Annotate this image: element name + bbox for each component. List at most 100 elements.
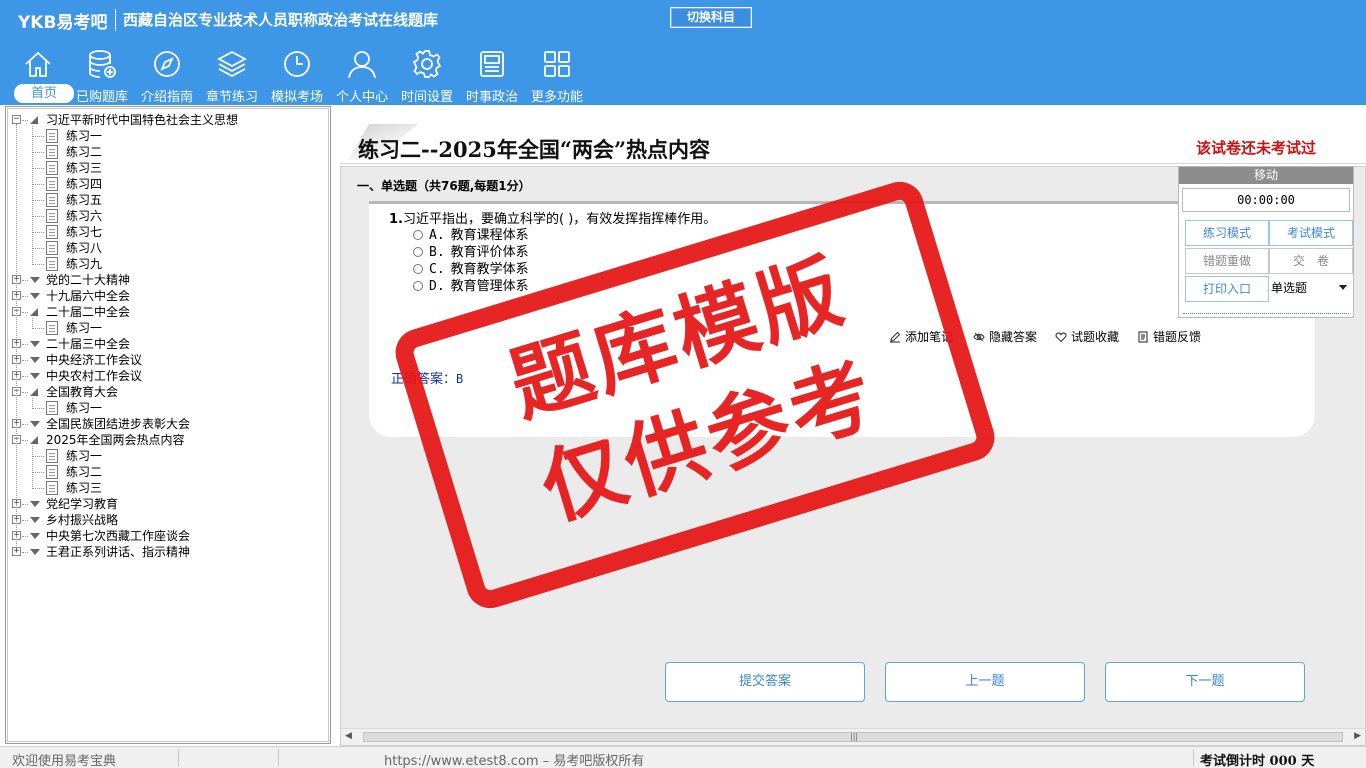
radio-button[interactable] xyxy=(413,247,423,257)
tree-leaf-item[interactable]: 练习七 xyxy=(8,224,326,240)
hide-answer-button[interactable]: 隐藏答案 xyxy=(973,328,1037,345)
previous-question-button[interactable]: 上一题 xyxy=(885,662,1085,702)
submit-paper-button[interactable]: 交 卷 xyxy=(1269,248,1353,274)
tree-leaf-item[interactable]: 练习五 xyxy=(8,192,326,208)
tree-folder-item[interactable]: − 全国教育大会 xyxy=(8,384,326,400)
tree-leaf-item[interactable]: 练习三 xyxy=(8,480,326,496)
tree-folder-item[interactable]: − 二十届二中全会 xyxy=(8,304,326,320)
scrollbar-thumb[interactable]: ||| xyxy=(363,732,1343,742)
tree-folder-item[interactable]: + 中央第七次西藏工作座谈会 xyxy=(8,528,326,544)
tree-connector xyxy=(32,248,44,249)
tree-folder-item[interactable]: + 十九届六中全会 xyxy=(8,288,326,304)
compass-icon xyxy=(154,51,180,77)
tree-leaf-item[interactable]: 练习一 xyxy=(8,448,326,464)
add-note-button[interactable]: 添加笔记 xyxy=(889,328,953,345)
tree-leaf-item[interactable]: 练习一 xyxy=(8,320,326,336)
status-separator xyxy=(178,749,179,766)
nav-mock-exam[interactable]: 模拟考场 xyxy=(265,46,329,105)
exam-timer: 00:00:00 xyxy=(1182,188,1350,212)
collapsed-arrow-icon xyxy=(30,549,40,555)
print-entry-button[interactable]: 打印入口 xyxy=(1185,276,1269,302)
tree-leaf-item[interactable]: 练习三 xyxy=(8,160,326,176)
tree-folder-item[interactable]: + 党纪学习教育 xyxy=(8,496,326,512)
nav-personal-center[interactable]: 个人中心 xyxy=(330,46,394,105)
tree-connector xyxy=(22,392,28,393)
nav-current-affairs[interactable]: 时事政治 xyxy=(460,46,524,105)
nav-guide[interactable]: 介绍指南 xyxy=(135,46,199,105)
next-question-button[interactable]: 下一题 xyxy=(1105,662,1305,702)
nav-purchased[interactable]: 已购题库 xyxy=(70,46,134,105)
nav-label: 时事政治 xyxy=(465,90,518,105)
tree-leaf-item[interactable]: 练习四 xyxy=(8,176,326,192)
tree-folder-item[interactable]: + 中央经济工作会议 xyxy=(8,352,326,368)
tree-folder-item[interactable]: + 中央农村工作会议 xyxy=(8,368,326,384)
tree-item-label: 十九届六中全会 xyxy=(46,289,131,303)
exam-countdown: 考试倒计时 000 天 xyxy=(1200,754,1315,768)
redo-wrong-button[interactable]: 错题重做 xyxy=(1185,248,1269,274)
tree-connector xyxy=(32,136,44,137)
tree-guide-line xyxy=(32,446,33,489)
chapter-tree[interactable]: − 习近平新时代中国特色社会主义思想 练习一 练习二 练习三 练习四 练习五 练习六 练习七 练习… xyxy=(7,108,329,742)
tree-item-label: 练习一 xyxy=(66,321,103,335)
tree-connector xyxy=(22,440,28,441)
tree-item-label: 全国民族团结进步表彰大会 xyxy=(46,417,191,431)
radio-button[interactable] xyxy=(413,281,423,291)
tree-folder-item[interactable]: + 乡村振兴战略 xyxy=(8,512,326,528)
horizontal-scrollbar[interactable]: ◀ ||| ▶ xyxy=(341,728,1365,745)
switch-subject-button[interactable]: 切换科目 xyxy=(670,7,752,28)
tree-leaf-item[interactable]: 练习六 xyxy=(8,208,326,224)
tree-connector xyxy=(22,552,28,553)
panel-drag-handle[interactable]: 移动 xyxy=(1179,167,1353,184)
tree-leaf-item[interactable]: 练习二 xyxy=(8,144,326,160)
practice-mode-button[interactable]: 练习模式 xyxy=(1185,220,1269,246)
panel-footer xyxy=(1183,313,1349,314)
tree-leaf-item[interactable]: 练习一 xyxy=(8,128,326,144)
tree-leaf-item[interactable]: 练习九 xyxy=(8,256,326,272)
collapse-icon[interactable]: − xyxy=(12,115,21,124)
expand-icon[interactable]: + xyxy=(12,547,21,556)
grip-icon: ||| xyxy=(850,732,859,741)
tree-item-label: 练习一 xyxy=(66,129,103,143)
question-type-select[interactable]: 单选题 xyxy=(1269,275,1351,301)
tree-item-label: 练习八 xyxy=(66,241,103,255)
tree-folder-item[interactable]: −2025年全国两会热点内容 xyxy=(8,432,326,448)
tree-item-label: 2025年全国两会热点内容 xyxy=(46,433,185,447)
radio-button[interactable] xyxy=(413,264,423,274)
tree-connector xyxy=(22,296,28,297)
tree-connector xyxy=(32,232,44,233)
tree-connector xyxy=(22,536,28,537)
favorite-question-button[interactable]: 试题收藏 xyxy=(1055,328,1119,345)
tree-leaf-item[interactable]: 练习二 xyxy=(8,464,326,480)
floating-control-panel: 移动 00:00:00 练习模式 考试模式 错题重做 交 卷 打印入口 单选题 xyxy=(1178,166,1354,318)
report-error-button[interactable]: 错题反馈 xyxy=(1137,328,1201,345)
tree-item-label: 练习九 xyxy=(66,257,103,271)
tree-connector xyxy=(22,424,28,425)
submit-answer-button[interactable]: 提交答案 xyxy=(665,662,865,702)
tree-item-label: 练习四 xyxy=(66,177,103,191)
news-icon xyxy=(480,51,504,77)
expanded-arrow-icon xyxy=(30,436,38,444)
tree-folder-item[interactable]: + 党的二十大精神 xyxy=(8,272,326,288)
tree-item-label: 乡村振兴战略 xyxy=(46,513,119,527)
nav-home[interactable]: 首页 xyxy=(6,46,74,104)
tree-folder-item[interactable]: + 二十届三中全会 xyxy=(8,336,326,352)
exam-mode-button[interactable]: 考试模式 xyxy=(1269,220,1353,246)
collapsed-arrow-icon xyxy=(30,357,40,363)
tree-folder-item[interactable]: + 王君正系列讲话、指示精神 xyxy=(8,544,326,560)
scroll-left-icon[interactable]: ◀ xyxy=(345,731,352,741)
tree-leaf-item[interactable]: 练习八 xyxy=(8,240,326,256)
tree-folder-item[interactable]: − 习近平新时代中国特色社会主义思想 xyxy=(8,112,326,128)
tree-folder-item[interactable]: + 全国民族团结进步表彰大会 xyxy=(8,416,326,432)
status-separator xyxy=(1193,749,1194,766)
nav-more-features[interactable]: 更多功能 xyxy=(525,46,589,105)
tree-item-label: 党的二十大精神 xyxy=(46,273,131,287)
tree-item-label: 练习二 xyxy=(66,465,103,479)
radio-button[interactable] xyxy=(413,230,423,240)
option-d[interactable]: D. 教育管理体系 xyxy=(413,275,529,294)
pencil-icon xyxy=(890,331,901,343)
document-icon xyxy=(46,449,58,463)
nav-time-settings[interactable]: 时间设置 xyxy=(395,46,459,105)
scroll-right-icon[interactable]: ▶ xyxy=(1354,731,1361,741)
tree-leaf-item[interactable]: 练习一 xyxy=(8,400,326,416)
nav-chapter-practice[interactable]: 章节练习 xyxy=(200,46,264,105)
